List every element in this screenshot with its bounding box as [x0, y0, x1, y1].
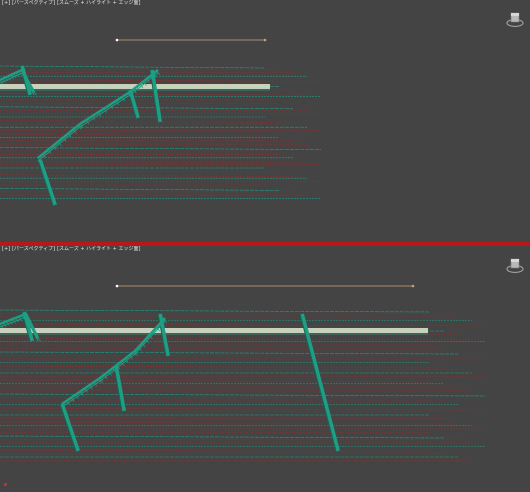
- viewport-top[interactable]: [+] [パースペクティブ] [スムーズ + ハイライト + エッジ面]: [0, 0, 530, 242]
- platform: [0, 328, 428, 333]
- scene-wireframe[interactable]: [0, 246, 530, 492]
- light-handle: [115, 284, 119, 288]
- catenary-pole: [59, 403, 80, 452]
- light-handle: [263, 38, 267, 42]
- light-handle: [411, 284, 415, 288]
- scene-wireframe[interactable]: [0, 0, 530, 242]
- axis-gizmo-icon: [4, 483, 7, 486]
- viewport-bottom[interactable]: [+] [パースペクティブ] [スムーズ + ハイライト + エッジ面]: [0, 246, 530, 492]
- light-handle: [115, 38, 119, 42]
- catenary-pole: [37, 159, 57, 206]
